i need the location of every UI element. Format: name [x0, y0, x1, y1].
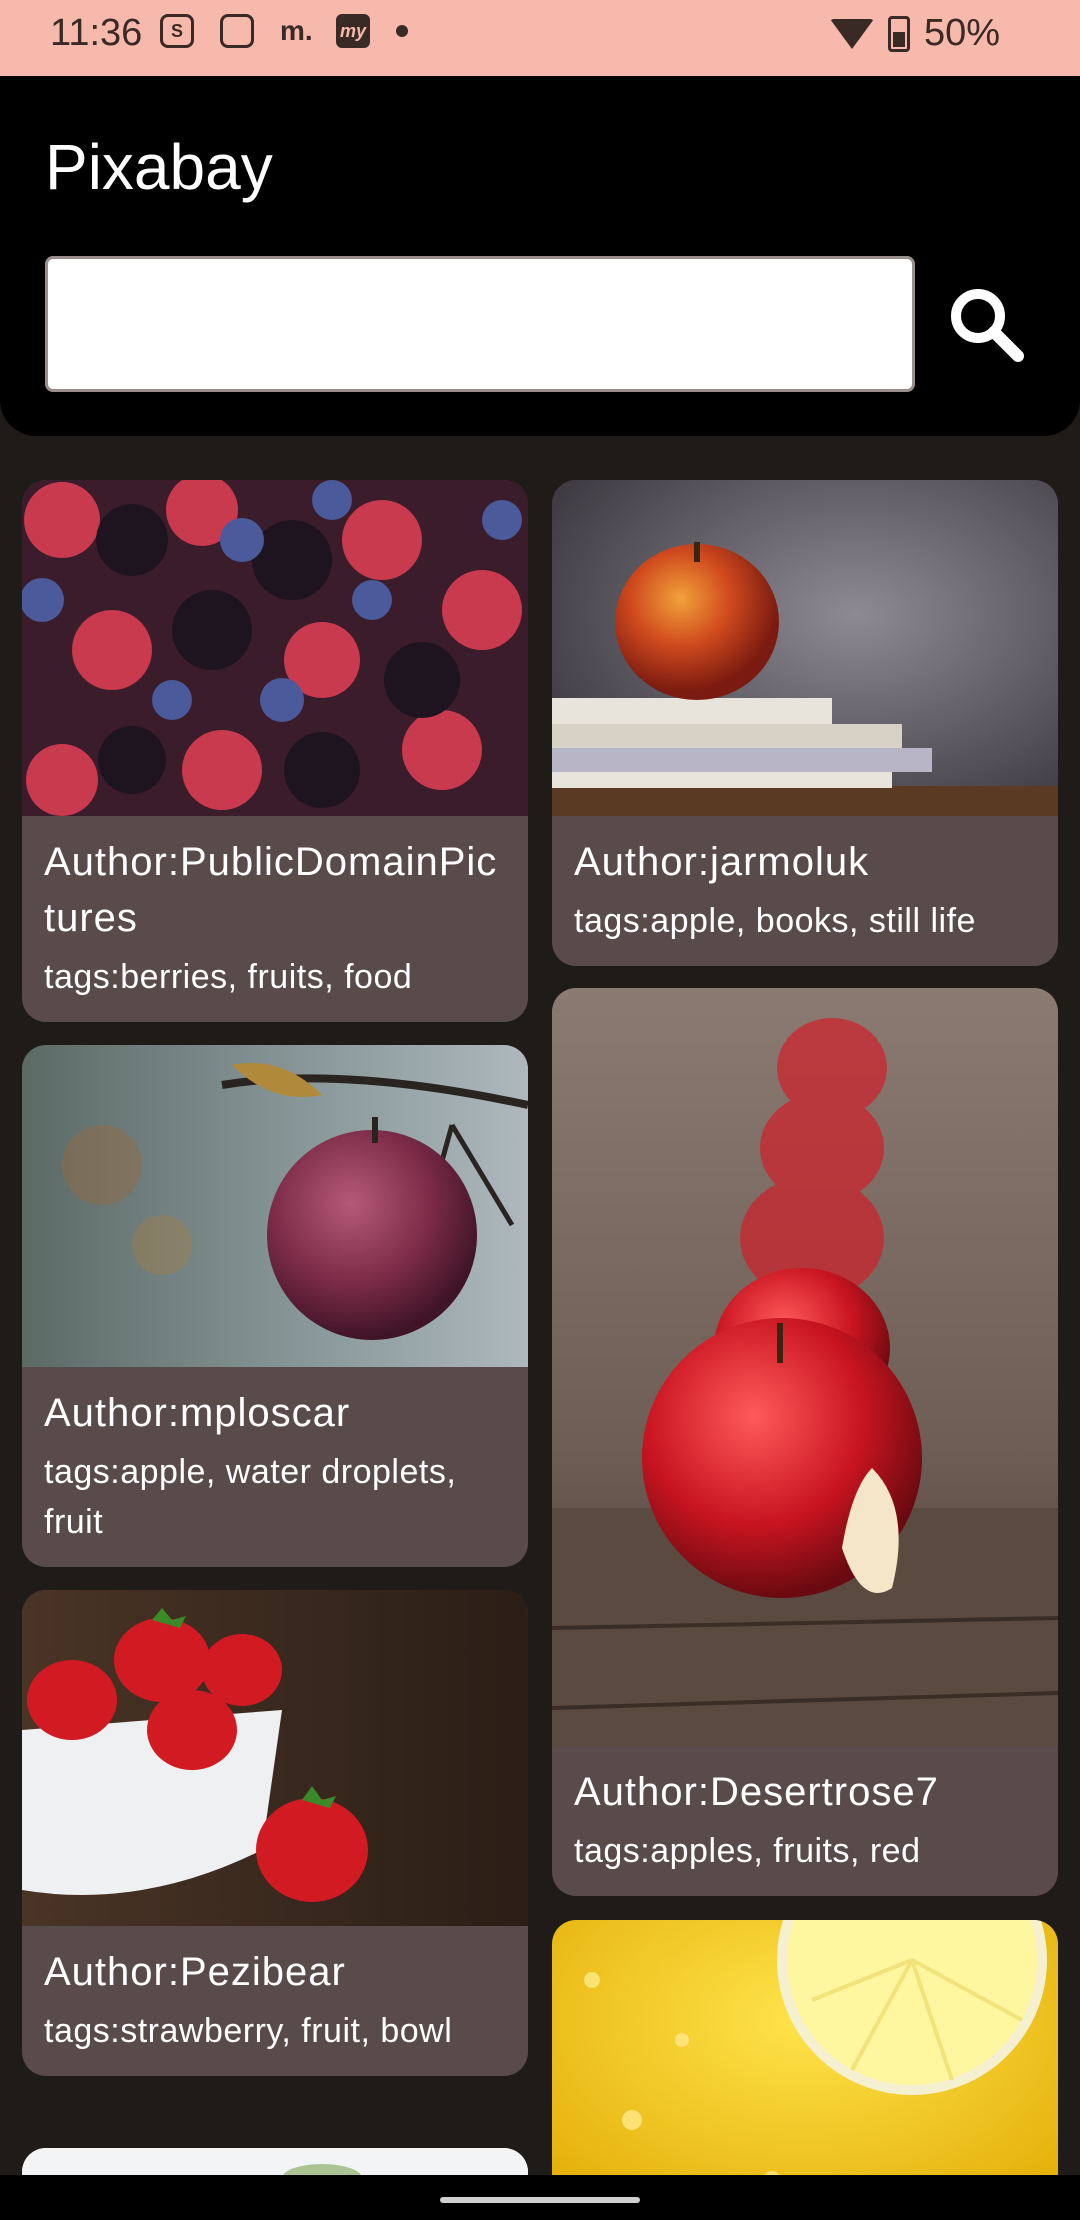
image-card[interactable]: Author:PublicDomainPictures tags:berries… — [22, 480, 528, 1022]
battery-percent: 50% — [923, 12, 1000, 54]
battery-icon — [887, 15, 910, 52]
search-button[interactable] — [942, 280, 1032, 370]
home-gesture-handle[interactable] — [440, 2197, 640, 2203]
navigation-bar — [0, 2175, 1080, 2220]
card-image-lemon — [552, 1920, 1058, 2175]
card-tags: tags:apples, fruits, red — [574, 1832, 921, 1870]
app-bar: Pixabay — [0, 76, 1080, 436]
image-card[interactable] — [552, 1920, 1058, 2175]
card-tags: tags:berries, fruits, food — [44, 958, 413, 996]
card-author: Author:jarmoluk — [574, 840, 870, 884]
card-author: Author:PublicDomainPictures — [44, 840, 498, 940]
wifi-icon — [829, 18, 874, 49]
sim-icon: S — [160, 14, 194, 48]
image-card[interactable] — [22, 2148, 528, 2175]
image-card[interactable]: Author:Desertrose7 tags:apples, fruits, … — [552, 988, 1058, 1896]
card-image-apple-branch — [22, 1045, 528, 1367]
dot-icon — [396, 25, 408, 37]
image-card[interactable]: Author:mploscar tags:apple, water drople… — [22, 1045, 528, 1567]
card-tags: tags:apple, books, still life — [574, 902, 976, 940]
app-title: Pixabay — [45, 131, 273, 203]
card-tags: tags:apple, water droplets, fruit — [44, 1453, 457, 1541]
status-bar: 11:36 S m. my 50% — [0, 0, 1080, 76]
card-image-apples-row — [552, 988, 1058, 1746]
card-image-partial — [22, 2148, 528, 2175]
search-input[interactable] — [45, 256, 915, 392]
image-card[interactable]: Author:jarmoluk tags:apple, books, still… — [552, 480, 1058, 966]
card-author: Author:Pezibear — [44, 1950, 346, 1994]
card-tags: tags:strawberry, fruit, bowl — [44, 2012, 453, 2050]
card-image-berries — [22, 480, 528, 816]
card-author: Author:mploscar — [44, 1391, 351, 1435]
watch-icon — [220, 14, 254, 48]
search-icon — [951, 289, 1024, 362]
my-app-icon: my — [336, 14, 370, 48]
status-time: 11:36 — [50, 12, 143, 54]
card-author: Author:Desertrose7 — [574, 1770, 939, 1814]
card-image-strawberries — [22, 1590, 528, 1926]
status-system-icons: 50% — [829, 12, 1000, 55]
image-grid[interactable]: Author:PublicDomainPictures tags:berries… — [22, 480, 1058, 2175]
m-app-icon: m. — [280, 15, 313, 46]
status-notification-icons: S m. my — [160, 14, 408, 48]
card-image-apple-books — [552, 480, 1058, 816]
image-card[interactable]: Author:Pezibear tags:strawberry, fruit, … — [22, 1590, 528, 2076]
